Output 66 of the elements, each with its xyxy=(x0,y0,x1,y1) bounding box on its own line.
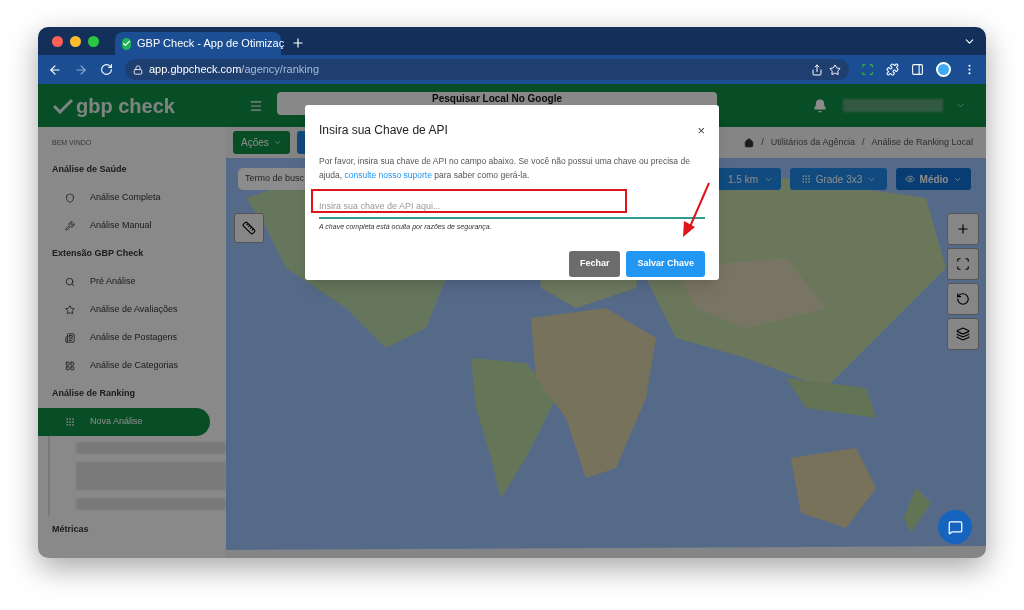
chat-icon xyxy=(947,519,963,535)
ruler-button[interactable] xyxy=(234,213,264,243)
grid-dropdown[interactable]: Grade 3x3 xyxy=(790,168,887,190)
lock-icon xyxy=(133,64,143,75)
zoom-in-button[interactable] xyxy=(947,213,979,245)
breadcrumb-separator: / xyxy=(861,135,865,149)
sidebar-item[interactable]: Análise Completa xyxy=(38,184,210,212)
dialog-button[interactable]: Salvar Chave xyxy=(626,250,705,277)
wrench-icon xyxy=(65,221,75,231)
document-icon xyxy=(65,333,75,343)
screenshot-icon[interactable] xyxy=(861,63,874,76)
plus-icon xyxy=(956,222,970,236)
maximize-window-icon[interactable] xyxy=(88,35,99,47)
bookmark-icon[interactable] xyxy=(829,63,841,76)
fit-button[interactable] xyxy=(947,248,979,280)
check-icon xyxy=(122,37,131,50)
ruler-icon xyxy=(242,221,256,235)
back-icon[interactable] xyxy=(48,62,62,77)
dots-grid-icon xyxy=(800,174,811,184)
close-button[interactable]: × xyxy=(697,123,705,137)
dots-grid-icon xyxy=(65,417,75,427)
eye-icon xyxy=(904,174,915,184)
search-icon xyxy=(65,277,75,287)
extensions-icon[interactable] xyxy=(886,63,899,76)
checkmark-icon xyxy=(52,97,74,114)
breadcrumb-separator: / xyxy=(761,135,764,149)
layers-button[interactable] xyxy=(947,318,979,350)
reset-button[interactable] xyxy=(947,283,979,315)
reload-icon[interactable] xyxy=(100,63,113,76)
rotate-icon xyxy=(956,292,970,306)
new-tab-icon[interactable] xyxy=(291,36,305,50)
view-dropdown[interactable]: Médio xyxy=(896,168,971,190)
grid-icon xyxy=(65,361,75,371)
url-text: app.gbpcheck.com/agency/ranking xyxy=(149,62,319,78)
minimize-window-icon[interactable] xyxy=(70,35,81,47)
forward-icon[interactable] xyxy=(74,62,88,77)
dialog-button[interactable]: Fechar xyxy=(568,250,621,277)
sidebar-item[interactable]: Análise de Categorias xyxy=(38,352,210,380)
star-icon xyxy=(65,305,75,315)
sidebar-item[interactable]: Análise de Postagens xyxy=(38,324,210,352)
section-title: Análise de Saúde xyxy=(51,163,128,177)
actions-button[interactable]: Ações xyxy=(233,131,290,154)
breadcrumb-link[interactable]: Utilitários da Agência xyxy=(770,135,855,150)
dialog-title: Insira sua Chave de API xyxy=(319,122,448,139)
layers-icon xyxy=(956,327,970,341)
logo: gbp check xyxy=(38,90,226,121)
shield-icon xyxy=(65,193,75,203)
chevron-icon xyxy=(272,138,282,147)
sidebar-item[interactable]: Pré Análise xyxy=(38,268,210,296)
bell-icon[interactable] xyxy=(813,98,827,113)
sidebar-item[interactable]: Nova Análise xyxy=(38,408,210,436)
sidebar-item[interactable]: Análise de Avaliações xyxy=(38,296,210,324)
api-key-field[interactable]: Insira sua chave de API aqui... xyxy=(319,195,705,219)
sidebar-item[interactable]: Análise Manual xyxy=(38,212,210,240)
share-icon[interactable] xyxy=(811,63,823,76)
close-window-icon[interactable] xyxy=(52,35,63,47)
fit-icon xyxy=(956,257,970,271)
home-icon[interactable] xyxy=(744,137,755,148)
section-title: Extensão GBP Check xyxy=(51,247,145,261)
profile-icon[interactable] xyxy=(936,62,951,77)
annotation-arrow xyxy=(683,182,710,237)
section-title: Métricas xyxy=(51,523,90,537)
section-title: Análise de Ranking xyxy=(51,387,137,401)
breadcrumb-link[interactable]: Análise de Ranking Local xyxy=(871,135,973,150)
side-panel-icon[interactable] xyxy=(911,63,924,76)
address-bar[interactable]: app.gbpcheck.com/agency/ranking xyxy=(125,59,849,80)
